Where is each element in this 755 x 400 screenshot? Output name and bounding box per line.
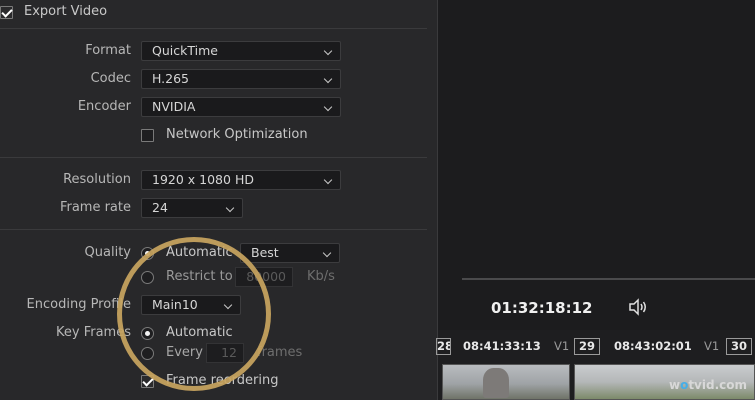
chevron-down-icon xyxy=(323,175,333,185)
encoder-label: Encoder xyxy=(77,99,131,114)
encoder-dropdown[interactable]: NVIDIA xyxy=(141,97,341,117)
highlight-circle xyxy=(117,237,271,391)
format-value: QuickTime xyxy=(152,43,218,58)
bitrate-unit-label: Kb/s xyxy=(307,269,335,284)
quality-level-dropdown[interactable]: Best xyxy=(240,243,340,263)
chevron-down-icon xyxy=(322,248,332,258)
quality-level-value: Best xyxy=(251,245,279,260)
frame-rate-value: 24 xyxy=(152,200,168,215)
frame-rate-label: Frame rate xyxy=(59,200,131,215)
clip-track-label: V1 xyxy=(704,339,720,353)
speaker-icon[interactable] xyxy=(628,298,648,316)
resolution-dropdown[interactable]: 1920 x 1080 HD xyxy=(141,170,341,190)
divider xyxy=(0,157,427,158)
export-settings-panel: Export Video Format QuickTime Codec H.26… xyxy=(0,0,437,400)
clip-timecode: 08:41:33:13 xyxy=(463,339,541,353)
clip-thumbnail-subject xyxy=(483,368,509,398)
watermark: wotvid.com xyxy=(668,378,747,392)
export-video-label: Export Video xyxy=(24,4,108,19)
network-optimization-label: Network Optimization xyxy=(166,127,308,142)
format-label: Format xyxy=(85,43,131,58)
clip-number-badge[interactable]: 28 xyxy=(436,338,451,355)
resolution-value: 1920 x 1080 HD xyxy=(152,172,254,187)
codec-label: Codec xyxy=(90,71,131,86)
quality-label: Quality xyxy=(84,245,131,260)
key-frames-unit-label: frames xyxy=(257,345,303,360)
clip-number-badge[interactable]: 29 xyxy=(574,338,600,355)
resolution-label: Resolution xyxy=(63,172,131,187)
divider xyxy=(0,229,427,230)
frame-rate-dropdown[interactable]: 24 xyxy=(141,198,243,218)
chevron-down-icon xyxy=(225,203,235,213)
clip-number-badge[interactable]: 30 xyxy=(726,338,752,355)
codec-value: H.265 xyxy=(152,71,190,86)
format-dropdown[interactable]: QuickTime xyxy=(141,41,341,61)
viewer xyxy=(438,0,755,278)
viewer-scrubber[interactable] xyxy=(462,278,755,280)
viewer-timecode: 01:32:18:12 xyxy=(491,299,593,317)
divider xyxy=(0,28,427,29)
encoder-value: NVIDIA xyxy=(152,99,196,114)
network-optimization-checkbox[interactable] xyxy=(141,129,154,142)
clip-timecode: 08:43:02:01 xyxy=(614,339,692,353)
chevron-down-icon xyxy=(323,74,333,84)
chevron-down-icon xyxy=(323,102,333,112)
codec-dropdown[interactable]: H.265 xyxy=(141,69,341,89)
clip-thumbnail[interactable] xyxy=(442,364,570,400)
export-video-checkbox[interactable] xyxy=(0,6,13,19)
chevron-down-icon xyxy=(323,46,333,56)
clip-track-label: V1 xyxy=(554,339,570,353)
encoding-profile-label: Encoding Profile xyxy=(26,297,131,312)
